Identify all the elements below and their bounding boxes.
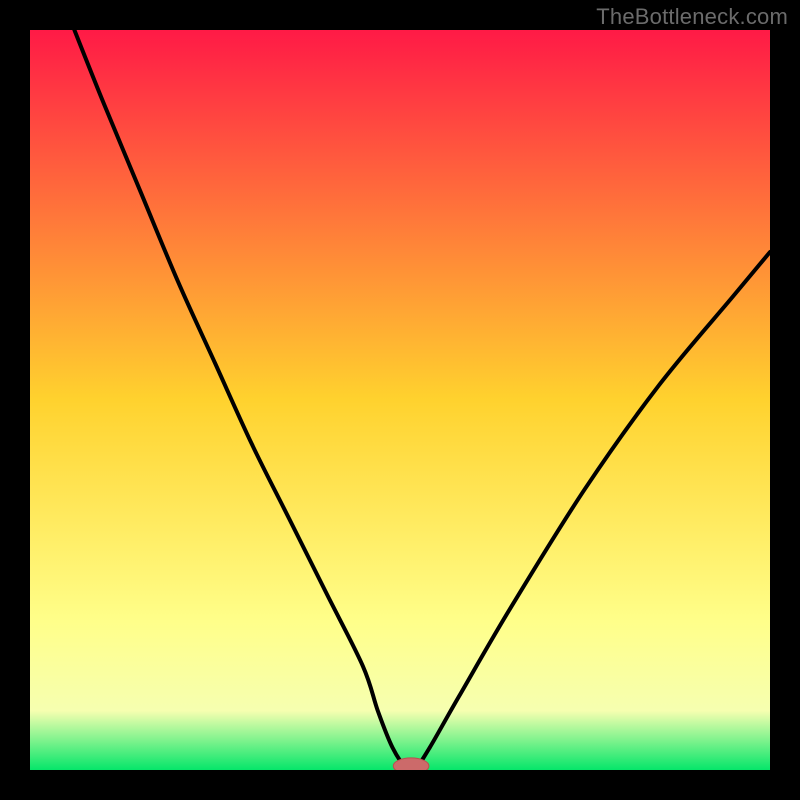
plot-area	[30, 30, 770, 770]
watermark-text: TheBottleneck.com	[596, 4, 788, 30]
plot-svg	[30, 30, 770, 770]
chart-frame: TheBottleneck.com	[0, 0, 800, 800]
gradient-background	[30, 30, 770, 770]
optimal-marker	[393, 758, 429, 770]
